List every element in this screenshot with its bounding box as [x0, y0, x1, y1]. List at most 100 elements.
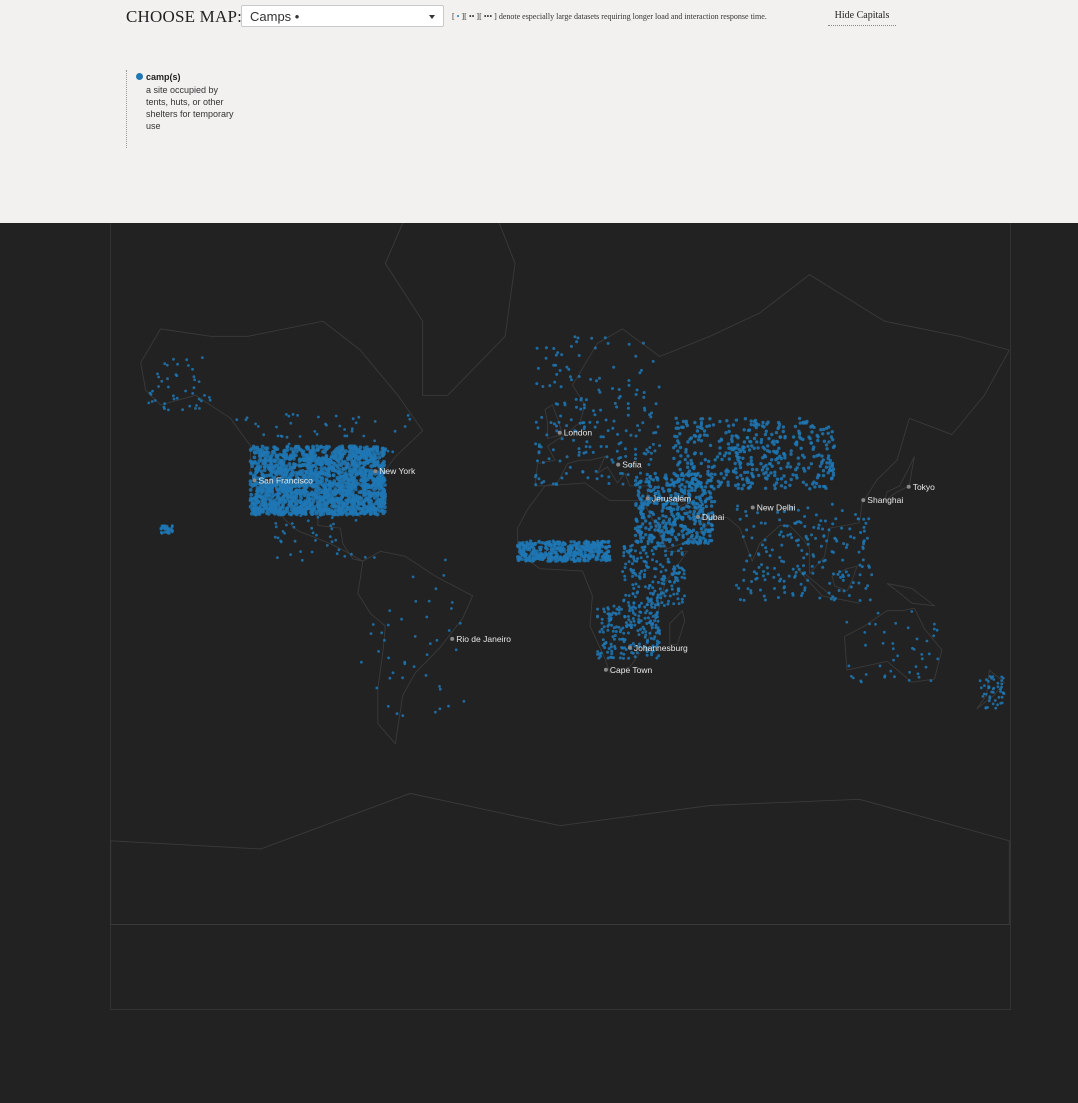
camp-point: [560, 353, 564, 357]
camp-point: [208, 398, 212, 402]
camp-point: [454, 648, 458, 652]
camp-point: [160, 531, 163, 534]
camp-point: [741, 456, 745, 460]
camp-point: [347, 468, 352, 473]
camp-point: [793, 424, 798, 429]
camp-point: [807, 435, 811, 439]
camp-point: [279, 434, 283, 438]
camp-point: [603, 610, 607, 614]
camp-point: [312, 506, 316, 511]
camp-point: [160, 526, 164, 530]
camp-point: [920, 653, 924, 656]
camp-point: [569, 550, 573, 554]
camp-point: [680, 482, 684, 487]
camp-point: [574, 546, 579, 551]
camp-point: [615, 405, 619, 409]
camp-point: [637, 614, 641, 618]
camp-point: [611, 629, 615, 633]
camp-point: [195, 404, 198, 407]
camp-point: [603, 336, 607, 340]
camp-point: [866, 584, 870, 588]
camp-point: [165, 524, 169, 528]
camp-point: [827, 440, 831, 444]
city-label: San Francisco: [259, 475, 314, 485]
camp-point: [779, 530, 783, 534]
camp-point: [699, 481, 703, 485]
camp-point: [647, 586, 651, 590]
camp-point: [857, 550, 861, 554]
camp-point: [676, 439, 680, 443]
camp-point: [744, 510, 748, 513]
camp-point: [633, 572, 637, 576]
camp-point: [254, 422, 257, 426]
camp-point: [705, 424, 709, 429]
camp-point: [651, 512, 656, 517]
camp-point: [391, 671, 395, 675]
camp-point: [765, 550, 768, 554]
camp-point: [700, 493, 704, 497]
camp-point: [388, 676, 392, 680]
camp-point: [373, 420, 377, 423]
camp-point: [933, 622, 936, 626]
camp-point: [703, 458, 707, 462]
camp-point: [380, 454, 385, 458]
camp-point: [350, 497, 354, 501]
camp-point: [664, 476, 668, 480]
camp-point: [322, 484, 326, 489]
camp-point: [336, 497, 341, 502]
camp-point: [645, 477, 649, 481]
camp-point: [649, 636, 653, 640]
camp-point: [553, 542, 557, 546]
camp-point: [351, 417, 355, 421]
camp-point: [600, 474, 604, 478]
camp-point: [779, 577, 783, 581]
camp-point: [293, 507, 298, 512]
camp-point: [596, 614, 600, 618]
camp-point: [534, 442, 538, 446]
map-select-dropdown[interactable]: Camps •: [241, 5, 444, 27]
chevron-down-icon: [429, 15, 435, 19]
camp-point: [442, 574, 446, 577]
camp-point: [529, 545, 534, 549]
camp-point: [785, 465, 789, 469]
camp-point: [288, 456, 293, 461]
camp-point: [362, 434, 366, 438]
camp-point: [535, 382, 539, 386]
camp-point: [626, 413, 630, 417]
camp-point: [673, 535, 678, 539]
camp-point: [766, 572, 770, 576]
camp-point: [826, 456, 830, 461]
camp-point: [622, 652, 626, 656]
camp-point: [634, 354, 638, 358]
camp-point: [651, 586, 655, 590]
camp-point: [332, 522, 335, 526]
camp-point: [892, 658, 895, 662]
city-marker: [696, 514, 700, 519]
camp-point: [321, 497, 326, 502]
camp-point: [819, 519, 823, 523]
hide-capitals-button[interactable]: Hide Capitals: [828, 10, 896, 26]
camp-point: [428, 642, 432, 646]
camp-point: [630, 606, 634, 610]
world-map[interactable]: LondonSofiaJerusalemDubaiNew DelhiShangh…: [0, 223, 1078, 1103]
camp-point: [560, 476, 564, 480]
camp-point: [555, 372, 559, 376]
camp-point: [623, 578, 627, 582]
camp-point: [386, 623, 390, 627]
camp-point: [864, 643, 867, 647]
camp-point: [749, 440, 753, 444]
camp-point: [736, 486, 740, 490]
camp-point: [746, 428, 751, 433]
camp-point: [783, 436, 787, 440]
camp-point: [915, 637, 919, 641]
camp-point: [803, 524, 807, 528]
camp-point: [810, 533, 813, 537]
camp-point: [1000, 675, 1004, 679]
camp-point: [680, 516, 684, 520]
camp-point: [912, 647, 916, 651]
camp-point: [622, 598, 626, 602]
camp-point: [629, 555, 633, 558]
camp-point: [340, 495, 344, 499]
camp-point: [294, 471, 298, 475]
camp-point: [745, 470, 750, 474]
